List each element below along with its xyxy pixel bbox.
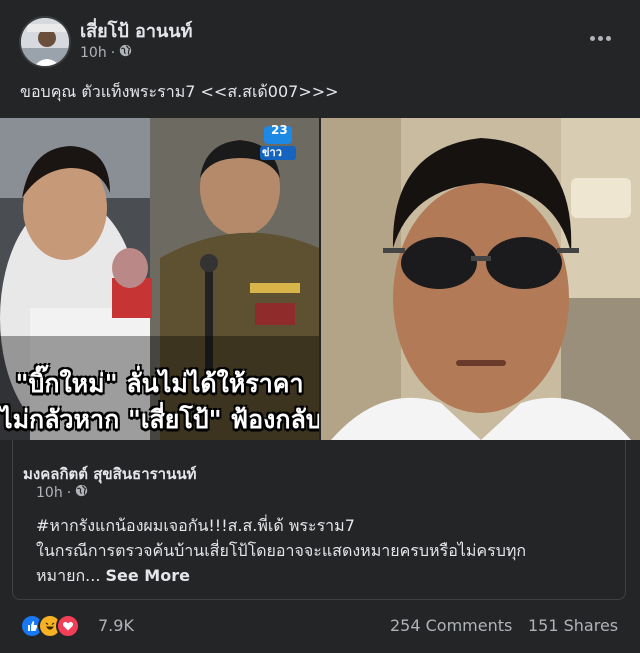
- author-avatar[interactable]: [19, 16, 71, 68]
- comments-count[interactable]: 254 Comments: [390, 616, 512, 635]
- channel-number: 23: [271, 123, 288, 137]
- shared-text-line-1: #หากรังแกน้องผมเจอกัน!!!ส.ส.พี่เด้ พระรา…: [36, 516, 355, 535]
- globe-icon: [75, 484, 88, 501]
- globe-icon: [119, 44, 132, 61]
- post-meta: 10h ·: [80, 44, 132, 61]
- love-reaction-icon: [56, 614, 80, 638]
- selfie-image[interactable]: [321, 118, 640, 440]
- shared-text-line-2: ในกรณีการตรวจค้นบ้านเสี่ยโป้โดยอาจจะแสดง…: [36, 541, 527, 560]
- author-name[interactable]: เสี่ยโป้ อานนท์: [80, 16, 192, 45]
- selfie-photo: [321, 118, 640, 440]
- reactions-summary[interactable]: [20, 614, 80, 638]
- shared-meta: 10h ·: [36, 484, 88, 501]
- reactions-count[interactable]: 7.9K: [98, 616, 134, 635]
- shared-time[interactable]: 10h: [36, 485, 63, 501]
- news-headline-2: ไม่กลัวหาก "เสี่ยโป้" ฟ้องกลับ: [0, 405, 319, 434]
- more-options-button[interactable]: [582, 24, 618, 52]
- see-more-link[interactable]: See More: [106, 566, 190, 585]
- shared-text-line-3: หมายก... See More: [36, 566, 190, 585]
- news-headline-1: "บิ๊กใหม่" ลั่นไม่ได้ให้ราคา: [15, 369, 304, 398]
- news-image[interactable]: 23 ข่าว "บิ๊กใหม่" ลั่นไม่ได้ให้ราคา ไม่…: [0, 118, 319, 440]
- shared-author-name[interactable]: มงคลกิตต์ สุขสินธารานนท์: [23, 462, 197, 486]
- shares-count[interactable]: 151 Shares: [528, 616, 618, 635]
- post-images[interactable]: 23 ข่าว "บิ๊กใหม่" ลั่นไม่ได้ให้ราคา ไม่…: [0, 118, 640, 440]
- more-dots-icon: [589, 35, 595, 41]
- post-caption: ขอบคุณ ตัวแท็งพระราม7 <<ส.สเด้007>>>: [20, 82, 339, 101]
- post-time[interactable]: 10h: [80, 45, 107, 61]
- facebook-post: เสี่ยโป้ อานนท์ 10h · ขอบคุณ ตัวแท็งพระร…: [0, 0, 640, 653]
- channel-name: ข่าว: [262, 146, 282, 159]
